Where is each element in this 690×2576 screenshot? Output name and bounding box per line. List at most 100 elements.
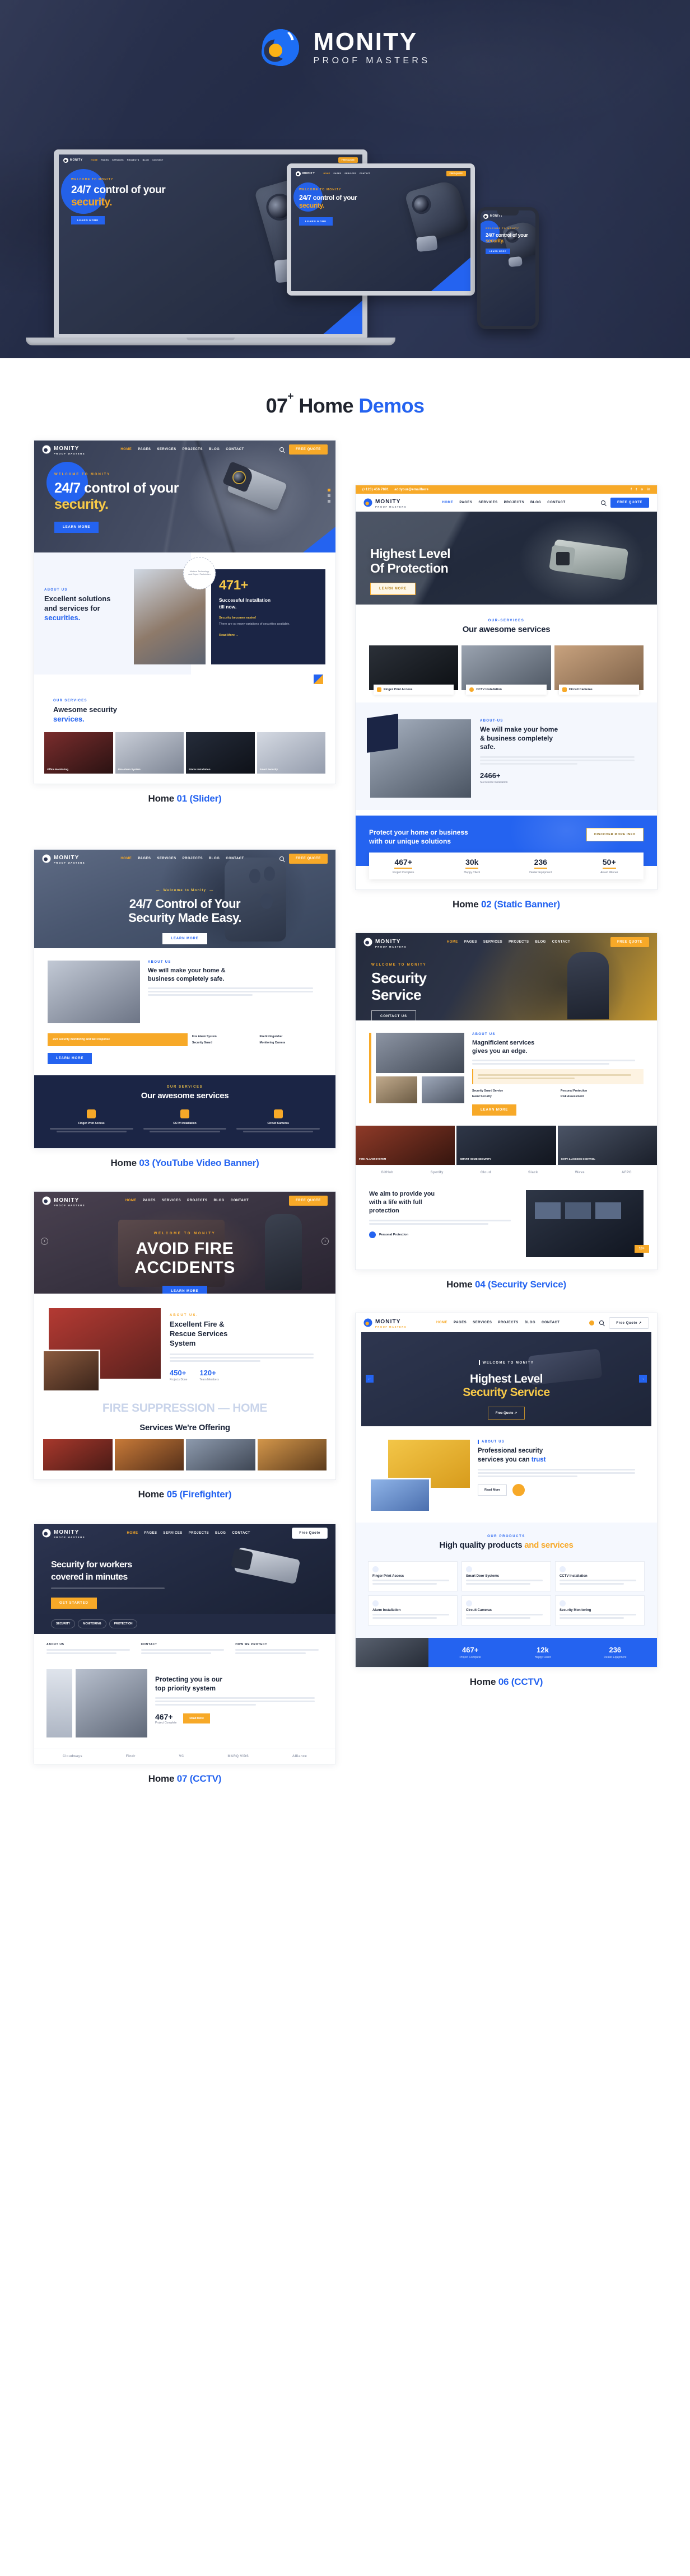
menu-item-pages[interactable]: PAGES [144,1531,157,1535]
demo-screenshot-home-06[interactable]: MONITY PROOF MASTERS HOME PAGES SERVICES … [355,1313,658,1668]
menu-item-services[interactable]: SERVICES [164,1531,183,1535]
home04-contact-button[interactable]: CONTACT US [371,1010,416,1021]
menu-item-home[interactable]: HOME [442,501,453,504]
menu-item-home[interactable]: HOME [125,1199,137,1202]
menu-item-contact[interactable]: CONTACT [542,1321,560,1324]
menu-item-contact[interactable]: CONTACT [232,1531,250,1535]
menu-item-blog[interactable]: BLOG [535,940,546,944]
service-card[interactable]: Finger Print Access [369,645,459,695]
demo-screenshot-home-02[interactable]: (+123) 456 7891 addyour@emailhere f t o … [355,485,658,891]
menu-item-contact[interactable]: CONTACT [226,448,244,451]
menu-item-blog[interactable]: BLOG [525,1321,535,1324]
tile[interactable]: FIRE ALARM SYSTEM [356,1126,455,1165]
menu-item-services[interactable]: SERVICES [478,501,497,504]
demo-card-home-03[interactable]: MONITY PROOF MASTERS HOME PAGES SERVICES … [34,849,336,1173]
search-icon[interactable] [279,856,284,861]
site-logo[interactable]: MONITY PROOF MASTERS [363,497,407,508]
menu-item-projects[interactable]: PROJECTS [187,1199,207,1202]
demo-card-home-05[interactable]: MONITY PROOF MASTERS HOME PAGES SERVICES … [34,1191,336,1504]
tile[interactable]: SMART HOME SECURITY [456,1126,556,1165]
free-quote-button[interactable]: FREE QUOTE [288,853,328,864]
menu-item-services[interactable]: SERVICES [483,940,502,944]
demo-card-home-02[interactable]: (+123) 456 7891 addyour@emailhere f t o … [355,485,658,914]
menu-item-projects[interactable]: PROJECTS [504,501,524,504]
instagram-icon[interactable]: o [641,488,643,491]
tablet-quote-button[interactable]: FREE QUOTE [446,171,466,176]
menu-item-contact[interactable]: CONTACT [226,857,244,860]
bell-icon[interactable] [589,1320,595,1326]
menu-item-blog[interactable]: BLOG [209,857,220,860]
menu-item-home[interactable]: HOME [127,1531,138,1535]
product-card[interactable]: Circuit Cameras [461,1595,551,1626]
demo-screenshot-home-07[interactable]: MONITY PROOF MASTERS HOME PAGES SERVICES … [34,1523,336,1764]
demo-screenshot-home-04[interactable]: MONITY PROOF MASTERS HOME PAGES SERVICES … [355,933,658,1271]
demo-screenshot-home-05[interactable]: MONITY PROOF MASTERS HOME PAGES SERVICES … [34,1191,336,1480]
menu-item-home[interactable]: HOME [436,1321,447,1324]
demo-card-home-01[interactable]: MONITY PROOF MASTERS HOME PAGES SERVICES … [34,440,336,808]
service-item[interactable]: Finger Print Access [48,1109,136,1134]
service-card[interactable]: Smart Security [257,732,325,774]
facebook-icon[interactable]: f [631,488,632,491]
home02-discover-button[interactable]: DISCOVER MORE INFO [586,828,644,841]
site-logo[interactable]: MONITY PROOF MASTERS [42,443,85,455]
menu-item-contact[interactable]: CONTACT [552,940,570,944]
service-item[interactable]: CCTV Installation [141,1109,229,1134]
play-icon[interactable] [512,1484,525,1497]
site-logo[interactable]: MONITY PROOF MASTERS [363,936,407,948]
product-card[interactable]: Smart Door Systems [461,1561,551,1592]
menu-item-services[interactable]: SERVICES [473,1321,492,1324]
demo-card-home-06[interactable]: MONITY PROOF MASTERS HOME PAGES SERVICES … [355,1313,658,1691]
home05-learn-more-button[interactable]: LEARN MORE [162,1285,207,1294]
home06-free-quote-button[interactable]: Free Quote ↗ [487,1406,525,1420]
service-card[interactable] [257,1439,327,1470]
menu-item-contact[interactable]: CONTACT [547,501,565,504]
menu-item-projects[interactable]: PROJECTS [498,1321,518,1324]
twitter-icon[interactable]: t [636,488,637,491]
menu-item-blog[interactable]: BLOG [209,448,220,451]
topbar-phone[interactable]: (+123) 456 7891 [362,488,389,491]
menu-item-pages[interactable]: PAGES [138,857,151,860]
home03-learn-more-button[interactable]: LEARN MORE [162,933,207,944]
menu-item-blog[interactable]: BLOG [215,1531,226,1535]
home03-learn-more-button-2[interactable]: LEARN MORE [48,1053,92,1065]
topbar-email[interactable]: addyour@emailhere [394,488,428,491]
free-quote-button[interactable]: Free Quote [292,1527,328,1539]
service-card[interactable]: CCTV Installation [461,645,551,695]
menu-item-pages[interactable]: PAGES [143,1199,156,1202]
free-quote-button[interactable]: FREE QUOTE [610,937,649,948]
laptop-learn-more-button[interactable]: LEARN MORE [71,216,105,224]
menu-item-projects[interactable]: PROJECTS [183,448,203,451]
home06-read-more-button[interactable]: Read More [478,1484,507,1496]
service-card[interactable]: Alarm Installation [186,732,255,774]
service-card[interactable]: Fire Alarm System [115,732,184,774]
product-card[interactable]: Alarm Installation [368,1595,458,1626]
demo-card-home-04[interactable]: MONITY PROOF MASTERS HOME PAGES SERVICES … [355,933,658,1294]
feature-pill[interactable]: PROTECTION [109,1619,138,1628]
menu-item-home[interactable]: HOME [120,448,132,451]
feature-pill[interactable]: SECURITY [51,1619,76,1628]
site-logo[interactable]: MONITY PROOF MASTERS [42,1195,85,1207]
search-icon[interactable] [279,447,284,452]
site-logo[interactable]: MONITY PROOF MASTERS [42,1527,85,1539]
site-logo[interactable]: MONITY PROOF MASTERS [363,1317,407,1328]
menu-item-blog[interactable]: BLOG [530,501,541,504]
search-icon[interactable] [599,1320,604,1326]
menu-item-contact[interactable]: CONTACT [231,1199,249,1202]
menu-item-projects[interactable]: PROJECTS [183,857,203,860]
home01-learn-more-button[interactable]: LEARN MORE [54,522,99,533]
service-card[interactable]: Office Monitoring [44,732,113,774]
laptop-quote-button[interactable]: FREE QUOTE [338,157,358,163]
home01-read-more-link[interactable]: Read More → [219,634,318,637]
menu-item-home[interactable]: HOME [447,940,458,944]
feature-pill[interactable]: MONITORING [78,1619,106,1628]
product-card[interactable]: Security Monitoring [555,1595,645,1626]
home04-lower-cta[interactable]: Personal Protection [369,1231,518,1238]
service-card[interactable] [114,1439,184,1470]
product-card[interactable]: Finger Print Access [368,1561,458,1592]
menu-item-projects[interactable]: PROJECTS [189,1531,209,1535]
menu-item-pages[interactable]: PAGES [454,1321,467,1324]
service-item[interactable]: Circuit Cameras [234,1109,322,1134]
product-card[interactable]: CCTV Installation [555,1561,645,1592]
linkedin-icon[interactable]: in [647,488,650,491]
menu-item-projects[interactable]: PROJECTS [509,940,529,944]
